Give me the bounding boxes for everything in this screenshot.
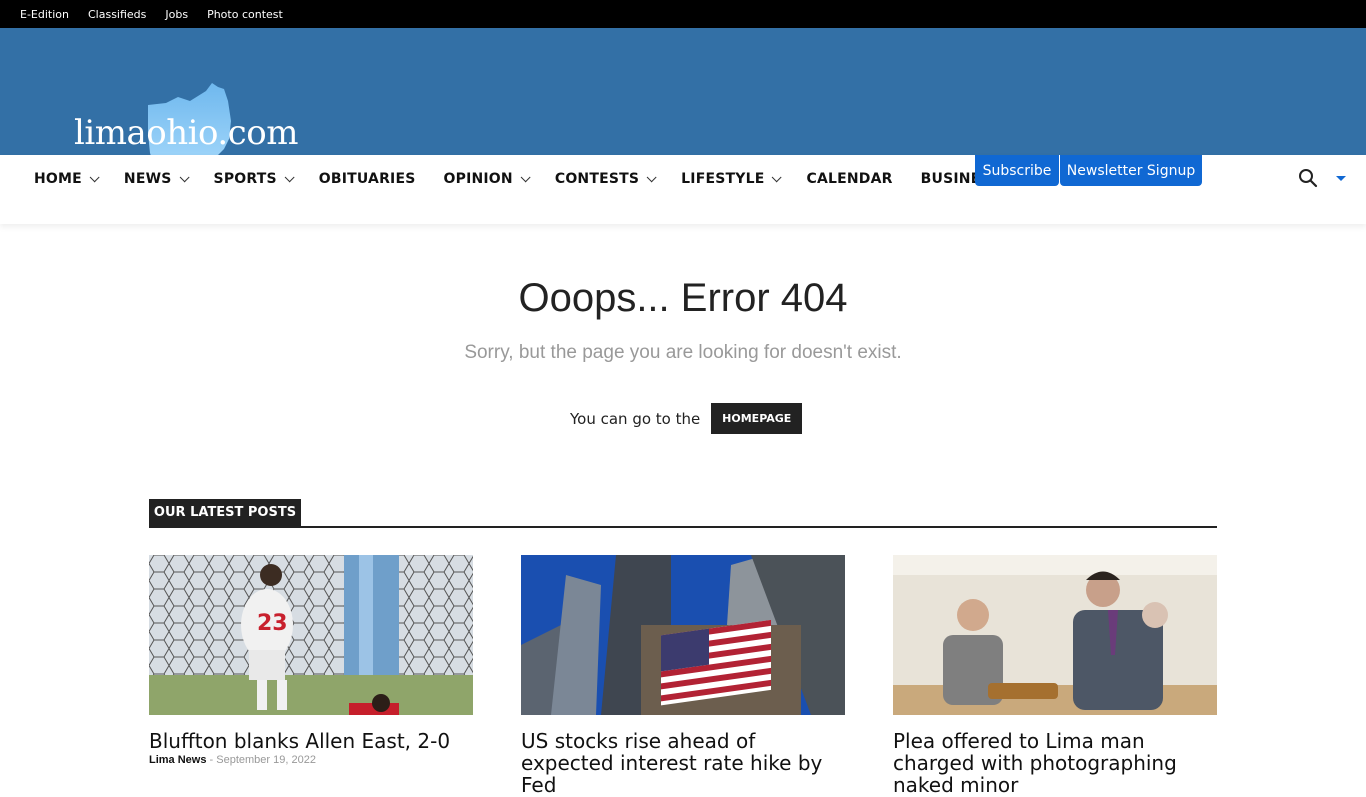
chevron-down-icon: [520, 171, 531, 182]
post-thumbnail[interactable]: [521, 555, 845, 715]
nav-item-label: SPORTS: [213, 171, 277, 187]
error-subtitle: Sorry, but the page you are looking for …: [464, 342, 902, 363]
chevron-down-icon: [646, 171, 657, 182]
nav-menu: HOME NEWS SPORTS OBITUARIES OPINION CONT…: [20, 155, 1048, 203]
post-card[interactable]: 23 Bluffton blanks Allen East, 2-0 Lima …: [149, 555, 473, 766]
nav-item-label: OBITUARIES: [318, 171, 416, 187]
post-card[interactable]: Plea offered to Lima man charged with ph…: [893, 555, 1217, 796]
topbar-link-classifieds[interactable]: Classifieds: [88, 8, 146, 21]
nav-item-sports[interactable]: SPORTS: [200, 155, 305, 203]
nav-item-contests[interactable]: CONTESTS: [541, 155, 667, 203]
nav-item-obituaries[interactable]: OBITUARIES: [305, 155, 430, 203]
post-author[interactable]: Lima News: [149, 754, 206, 766]
post-thumbnail[interactable]: [893, 555, 1217, 715]
nav-item-label: OPINION: [443, 171, 513, 187]
post-meta: Lima News - September 19, 2022: [149, 754, 316, 766]
topbar-link-jobs[interactable]: Jobs: [165, 8, 188, 21]
nav-item-home[interactable]: HOME: [20, 155, 110, 203]
chevron-down-icon: [772, 171, 783, 182]
nav-item-label: NEWS: [123, 171, 172, 187]
homepage-button[interactable]: HOMEPAGE: [711, 403, 803, 434]
nav-item-calendar[interactable]: CALENDAR: [792, 155, 906, 203]
top-bar: E-Edition Classifieds Jobs Photo contest: [0, 0, 1366, 28]
newsletter-signup-button[interactable]: Newsletter Signup: [1060, 155, 1202, 186]
chevron-down-icon: [284, 171, 295, 182]
main-nav: HOME NEWS SPORTS OBITUARIES OPINION CONT…: [0, 155, 1366, 224]
error-title: Ooops... Error 404: [518, 276, 848, 320]
nav-item-label: LIFESTYLE: [681, 171, 765, 187]
post-title[interactable]: Bluffton blanks Allen East, 2-0: [149, 730, 473, 752]
nav-item-label: HOME: [34, 171, 82, 187]
latest-posts-heading: OUR LATEST POSTS: [149, 499, 301, 526]
nav-item-lifestyle[interactable]: LIFESTYLE: [667, 155, 792, 203]
goto-text: You can go to the: [570, 409, 701, 428]
nav-item-label: CONTESTS: [554, 171, 640, 187]
svg-text:23: 23: [257, 611, 288, 636]
topbar-link-e-edition[interactable]: E-Edition: [20, 8, 69, 21]
chevron-down-icon: [179, 171, 190, 182]
latest-posts-header: OUR LATEST POSTS: [149, 499, 1217, 528]
nav-item-opinion[interactable]: OPINION: [430, 155, 541, 203]
chevron-down-icon: [89, 171, 100, 182]
post-card[interactable]: US stocks rise ahead of expected interes…: [521, 555, 845, 796]
goto-homepage: You can go to the HOMEPAGE: [570, 403, 803, 434]
topbar-link-photo-contest[interactable]: Photo contest: [207, 8, 283, 21]
search-icon[interactable]: [1298, 168, 1318, 188]
post-title[interactable]: Plea offered to Lima man charged with ph…: [893, 730, 1217, 796]
caret-down-icon[interactable]: [1336, 176, 1346, 181]
subscribe-button[interactable]: Subscribe: [975, 155, 1059, 186]
post-thumbnail[interactable]: 23: [149, 555, 473, 715]
post-title[interactable]: US stocks rise ahead of expected interes…: [521, 730, 845, 796]
site-header: limaohio.com: [0, 28, 1366, 173]
logo-text: limaohio.com: [74, 113, 298, 153]
nav-item-news[interactable]: NEWS: [110, 155, 200, 203]
post-date: September 19, 2022: [216, 754, 316, 766]
nav-item-label: CALENDAR: [806, 171, 893, 187]
